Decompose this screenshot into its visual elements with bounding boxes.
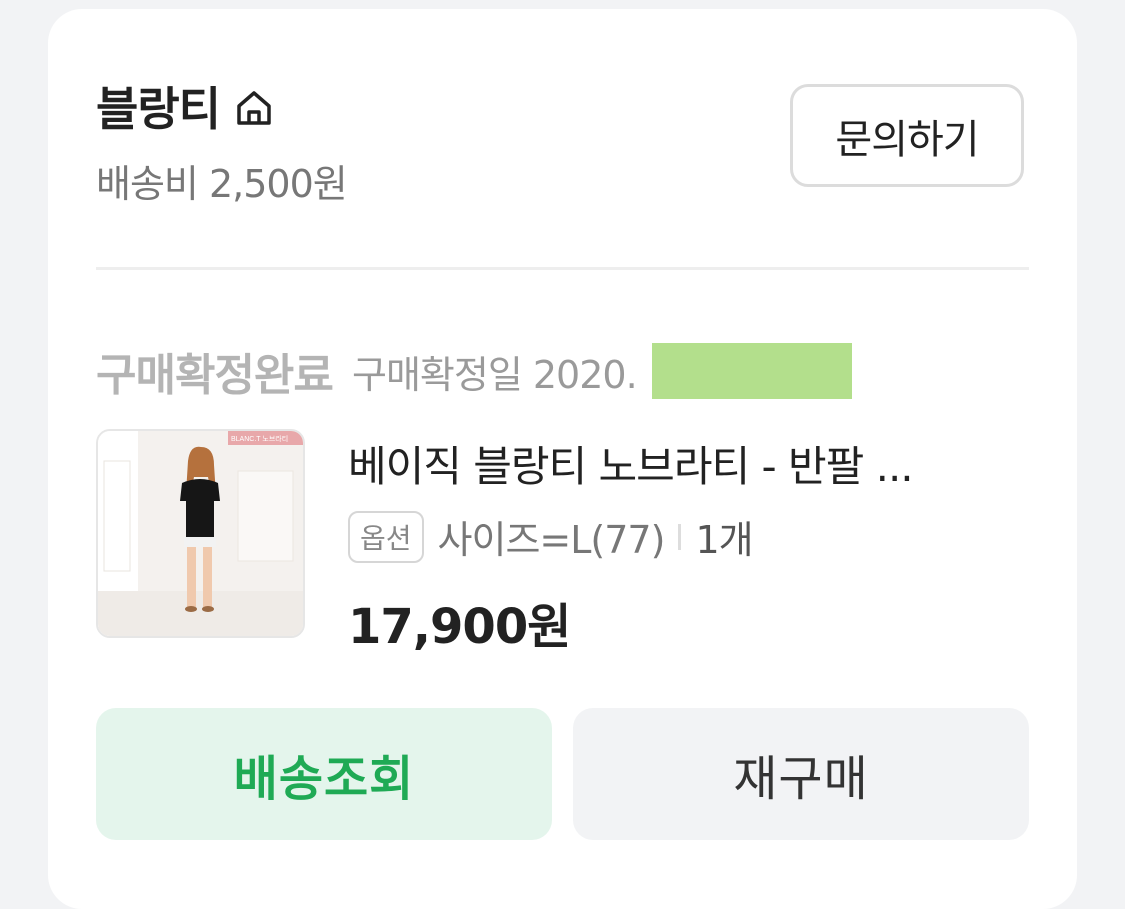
store-name[interactable]: 블랑티 bbox=[96, 73, 221, 139]
product-option-row: 옵션 사이즈=L(77) 1개 bbox=[348, 509, 754, 564]
thumb-brand-label: BLANC.T 노브라티 bbox=[231, 434, 288, 443]
redacted-date bbox=[651, 343, 852, 399]
product-title[interactable]: 베이직 블랑티 노브라티 - 반팔 ... bbox=[348, 433, 1008, 494]
option-value: 사이즈=L(77) bbox=[437, 518, 666, 562]
track-delivery-button[interactable]: 배송조회 bbox=[96, 708, 552, 840]
product-photo: BLANC.T 노브라티 bbox=[98, 431, 303, 636]
order-card: 블랑티 배송비 2,500원 문의하기 구매확정완료 구매확정일 2020. B… bbox=[48, 9, 1077, 909]
order-status: 구매확정완료 bbox=[96, 350, 334, 401]
quantity: 1개 bbox=[695, 518, 753, 562]
rebuy-button[interactable]: 재구매 bbox=[573, 708, 1029, 840]
divider bbox=[96, 267, 1029, 270]
option-tag: 옵션 bbox=[348, 510, 424, 563]
store-header: 블랑티 bbox=[96, 73, 275, 139]
confirm-date: 구매확정일 2020. bbox=[351, 352, 638, 397]
shipping-fee: 배송비 2,500원 bbox=[96, 162, 348, 206]
product-price: 17,900원 bbox=[348, 599, 571, 655]
home-icon[interactable] bbox=[233, 87, 275, 129]
option-separator bbox=[678, 523, 682, 550]
order-status-row: 구매확정완료 구매확정일 2020. bbox=[96, 339, 852, 403]
product-thumbnail[interactable]: BLANC.T 노브라티 bbox=[96, 429, 305, 638]
inquiry-button[interactable]: 문의하기 bbox=[790, 84, 1024, 187]
